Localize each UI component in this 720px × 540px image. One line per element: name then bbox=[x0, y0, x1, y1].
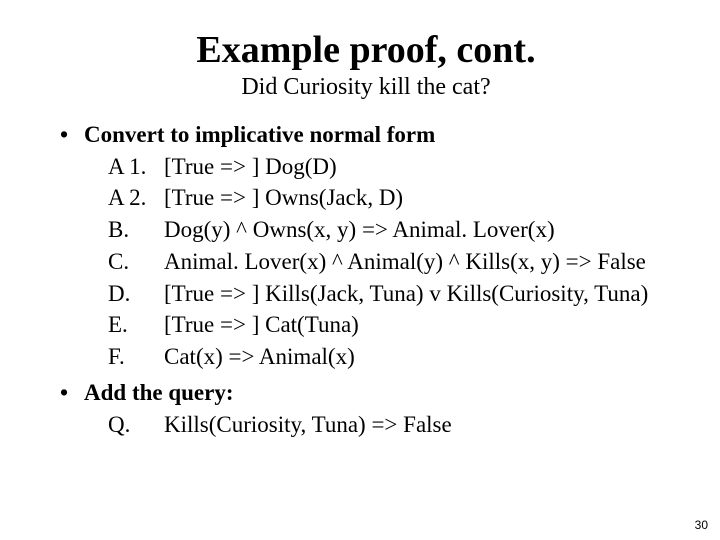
bullet-dot: • bbox=[60, 377, 84, 409]
slide: Example proof, cont. Did Curiosity kill … bbox=[0, 0, 720, 540]
list-item: C. Animal. Lover(x) ^ Animal(y) ^ Kills(… bbox=[108, 246, 672, 278]
item-text: [True => ] Cat(Tuna) bbox=[164, 309, 359, 341]
item-text: [True => ] Dog(D) bbox=[164, 151, 337, 183]
item-text: Kills(Curiosity, Tuna) => False bbox=[164, 409, 452, 441]
list-item: Q. Kills(Curiosity, Tuna) => False bbox=[108, 409, 672, 441]
list-item: F. Cat(x) => Animal(x) bbox=[108, 341, 672, 373]
list-item: A 1. [True => ] Dog(D) bbox=[108, 151, 672, 183]
item-label: Q. bbox=[108, 409, 164, 441]
list-item: E. [True => ] Cat(Tuna) bbox=[108, 309, 672, 341]
item-label: E. bbox=[108, 309, 164, 341]
slide-title: Example proof, cont. bbox=[60, 28, 672, 72]
bullet-convert: • Convert to implicative normal form bbox=[60, 119, 672, 151]
item-label: C. bbox=[108, 246, 164, 278]
page-number: 30 bbox=[695, 518, 708, 532]
item-label: F. bbox=[108, 341, 164, 373]
item-label: A 1. bbox=[108, 151, 164, 183]
item-text: Animal. Lover(x) ^ Animal(y) ^ Kills(x, … bbox=[164, 246, 646, 278]
item-text: Cat(x) => Animal(x) bbox=[164, 341, 355, 373]
bullet-text: Convert to implicative normal form bbox=[84, 119, 435, 151]
list-item: A 2. [True => ] Owns(Jack, D) bbox=[108, 182, 672, 214]
slide-body: • Convert to implicative normal form A 1… bbox=[60, 119, 672, 440]
slide-subtitle: Did Curiosity kill the cat? bbox=[60, 74, 672, 101]
item-label: D. bbox=[108, 278, 164, 310]
bullet-query: • Add the query: bbox=[60, 377, 672, 409]
list-item: B. Dog(y) ^ Owns(x, y) => Animal. Lover(… bbox=[108, 214, 672, 246]
item-label: A 2. bbox=[108, 182, 164, 214]
item-text: [True => ] Owns(Jack, D) bbox=[164, 182, 403, 214]
bullet-text: Add the query: bbox=[84, 377, 234, 409]
bullet-dot: • bbox=[60, 119, 84, 151]
item-text: Dog(y) ^ Owns(x, y) => Animal. Lover(x) bbox=[164, 214, 555, 246]
list-item: D. [True => ] Kills(Jack, Tuna) v Kills(… bbox=[108, 278, 672, 310]
item-text: [True => ] Kills(Jack, Tuna) v Kills(Cur… bbox=[164, 278, 648, 310]
item-label: B. bbox=[108, 214, 164, 246]
